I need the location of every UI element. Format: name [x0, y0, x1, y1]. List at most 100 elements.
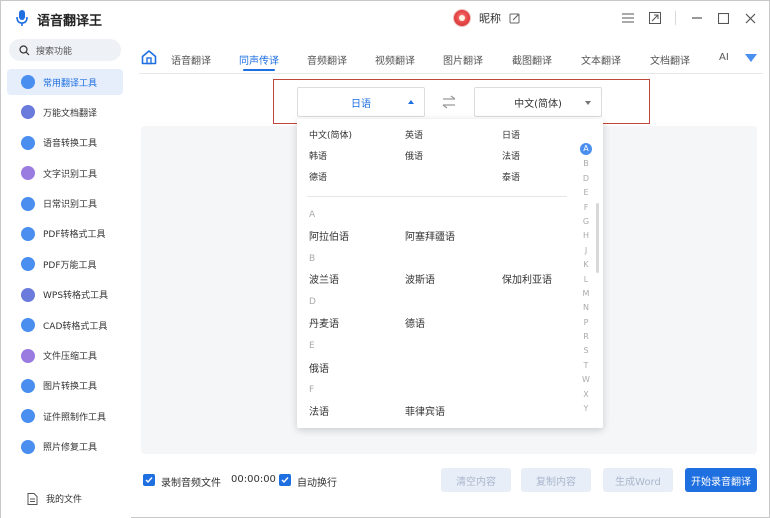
group-letter: B: [309, 254, 316, 264]
language-option[interactable]: 德语: [405, 315, 425, 330]
alphabet-index-letter[interactable]: A: [580, 143, 592, 155]
sidebar-item-label: 文字识别工具: [43, 169, 98, 180]
sidebar-item[interactable]: 图片转换工具: [7, 373, 123, 399]
auto-wrap-checkbox[interactable]: [279, 474, 291, 486]
sidebar-item-label: CAD转格式工具: [43, 321, 108, 332]
record-audio-label[interactable]: 录制音频文件: [161, 474, 221, 489]
tab-item[interactable]: 文本翻译: [581, 52, 621, 67]
window-controls: [621, 11, 757, 25]
alphabet-index-letter[interactable]: J: [580, 244, 592, 258]
language-option[interactable]: 中文(简体): [309, 128, 352, 141]
language-option[interactable]: 菲律宾语: [405, 403, 445, 418]
language-option[interactable]: 波斯语: [405, 271, 435, 286]
group-letter: F: [309, 385, 315, 395]
alphabet-index-letter[interactable]: K: [580, 258, 592, 272]
sidebar-item[interactable]: 证件照制作工具: [7, 403, 123, 429]
close-icon[interactable]: [744, 12, 757, 25]
sidebar-item[interactable]: 万能文档翻译: [7, 99, 123, 125]
alphabet-index-letter[interactable]: Y: [580, 402, 592, 416]
language-option[interactable]: 德语: [309, 170, 327, 183]
sidebar-item[interactable]: PDF万能工具: [7, 251, 123, 277]
alphabet-index-letter[interactable]: B: [580, 157, 592, 171]
nickname[interactable]: 昵称: [479, 10, 501, 26]
alphabet-index-letter[interactable]: M: [580, 287, 592, 301]
language-option[interactable]: 阿拉伯语: [309, 228, 349, 243]
tab-more-icon[interactable]: [745, 53, 757, 63]
my-files-label: 我的文件: [46, 495, 83, 505]
language-option[interactable]: 俄语: [309, 360, 329, 375]
language-option[interactable]: 日语: [502, 128, 520, 141]
ocr-icon: [21, 166, 35, 181]
alphabet-index-letter[interactable]: T: [580, 359, 592, 373]
sidebar-item[interactable]: 语音转换工具: [7, 130, 123, 156]
alphabet-index-letter[interactable]: F: [580, 201, 592, 215]
user-area[interactable]: 昵称: [453, 8, 521, 28]
record-audio-checkbox[interactable]: [143, 474, 155, 486]
title-bar: 语音翻译王 昵称: [1, 1, 769, 35]
maximize-icon[interactable]: [717, 12, 730, 25]
language-option[interactable]: 英语: [405, 128, 423, 141]
home-icon[interactable]: [141, 49, 157, 65]
language-option[interactable]: 俄语: [405, 149, 423, 162]
photo-repair-icon: [21, 439, 35, 454]
alphabet-index-letter[interactable]: L: [580, 273, 592, 287]
copy-content-button[interactable]: 复制内容: [521, 468, 591, 492]
my-files-link[interactable]: 我的文件: [27, 492, 82, 505]
generate-word-button[interactable]: 生成Word: [603, 468, 673, 492]
alphabet-index-letter[interactable]: E: [580, 186, 592, 200]
tab-item[interactable]: 截图翻译: [512, 52, 552, 67]
language-option[interactable]: 韩语: [309, 149, 327, 162]
dropdown-scrollbar[interactable]: [596, 203, 599, 273]
alphabet-index-letter[interactable]: P: [580, 316, 592, 330]
sidebar-item[interactable]: PDF转格式工具: [7, 221, 123, 247]
pdf-icon: [21, 226, 35, 241]
avatar[interactable]: [453, 9, 471, 27]
alphabet-index-letter[interactable]: X: [580, 388, 592, 402]
tab-item[interactable]: 图片翻译: [443, 52, 483, 67]
mini-mode-icon[interactable]: [648, 12, 661, 25]
tab-item[interactable]: 语音翻译: [171, 52, 211, 67]
tab-underline: [139, 73, 763, 74]
sidebar-item[interactable]: 文件压缩工具: [7, 343, 123, 369]
menu-icon[interactable]: [621, 12, 634, 25]
tab-item[interactable]: 同声传译: [239, 52, 279, 71]
sidebar-item[interactable]: CAD转格式工具: [7, 312, 123, 338]
alphabet-index-letter[interactable]: S: [580, 344, 592, 358]
alphabet-index-letter[interactable]: N: [580, 301, 592, 315]
clear-content-button[interactable]: 清空内容: [441, 468, 511, 492]
language-option[interactable]: 丹麦语: [309, 315, 339, 330]
wps-icon: [21, 287, 35, 302]
language-option[interactable]: 保加利亚语: [502, 271, 552, 286]
auto-wrap-label[interactable]: 自动换行: [297, 474, 337, 489]
sidebar-item-label: 图片转换工具: [43, 382, 98, 393]
tab-item[interactable]: 音频翻译: [307, 52, 347, 67]
start-recording-translation-button[interactable]: 开始录音翻译: [685, 468, 757, 492]
app-title: 语音翻译王: [37, 14, 103, 29]
language-option[interactable]: 法语: [502, 149, 520, 162]
alphabet-index-letter[interactable]: D: [580, 172, 592, 186]
group-letter: D: [309, 297, 316, 307]
highlight-frame: [273, 79, 650, 124]
sidebar-item[interactable]: 照片修复工具: [7, 434, 123, 460]
tab-item[interactable]: 视频翻译: [375, 52, 415, 67]
alphabet-index-letter[interactable]: R: [580, 330, 592, 344]
minimize-icon[interactable]: [690, 12, 703, 25]
language-option[interactable]: 泰语: [502, 170, 520, 183]
tab-item[interactable]: 文档翻译: [650, 52, 690, 67]
alphabet-index-letter[interactable]: G: [580, 215, 592, 229]
language-option[interactable]: 法语: [309, 403, 329, 418]
sidebar-item-label: 照片修复工具: [43, 443, 98, 454]
sidebar-item[interactable]: 常用翻译工具: [7, 69, 123, 95]
sidebar-item[interactable]: 文字识别工具: [7, 160, 123, 186]
language-option[interactable]: 波兰语: [309, 271, 339, 286]
sidebar-item[interactable]: 日常识别工具: [7, 191, 123, 217]
sidebar-item-label: 常用翻译工具: [43, 78, 98, 89]
language-option[interactable]: 阿塞拜疆语: [405, 228, 455, 243]
alphabet-index-letter[interactable]: H: [580, 229, 592, 243]
tab-item[interactable]: AI: [719, 52, 729, 63]
sidebar-item[interactable]: WPS转格式工具: [7, 282, 123, 308]
sidebar-item-label: PDF万能工具: [43, 260, 97, 271]
search-input[interactable]: 搜索功能: [9, 39, 121, 61]
edit-icon[interactable]: [509, 12, 521, 24]
alphabet-index-letter[interactable]: W: [580, 373, 592, 387]
